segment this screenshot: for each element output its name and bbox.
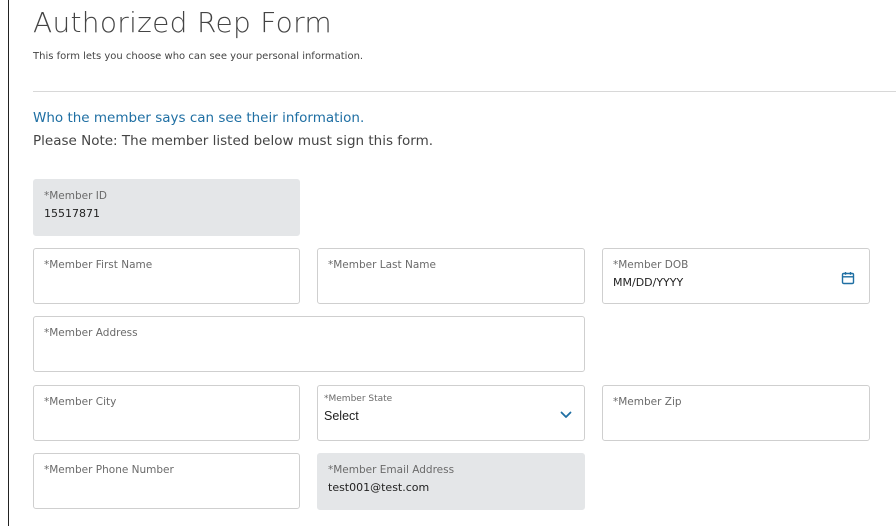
member-last-name-input[interactable]: *Member Last Name (317, 248, 585, 304)
member-email-value: test001@test.com (328, 481, 430, 494)
member-first-name-label: *Member First Name (44, 259, 153, 271)
member-phone-label: *Member Phone Number (44, 464, 174, 476)
page-title: Authorized Rep Form (33, 6, 332, 39)
member-city-input[interactable]: *Member City (33, 385, 300, 441)
page-subtitle: This form lets you choose who can see yo… (33, 51, 364, 62)
member-address-label: *Member Address (44, 327, 138, 339)
member-last-name-label: *Member Last Name (328, 259, 436, 271)
member-zip-label: *Member Zip (613, 396, 682, 408)
member-address-input[interactable]: *Member Address (33, 316, 585, 372)
member-id-value: 15517871 (44, 207, 100, 220)
member-state-label: *Member State (324, 394, 393, 404)
member-email-field: *Member Email Address test001@test.com (317, 453, 585, 510)
member-phone-input[interactable]: *Member Phone Number (33, 453, 300, 509)
member-email-label: *Member Email Address (328, 464, 455, 476)
divider (33, 91, 896, 92)
calendar-icon[interactable] (841, 271, 855, 285)
member-city-label: *Member City (44, 396, 117, 408)
section-note: Please Note: The member listed below mus… (33, 133, 434, 149)
member-dob-input[interactable]: *Member DOB MM/DD/YYYY (602, 248, 870, 304)
member-dob-label: *Member DOB (613, 259, 689, 271)
member-dob-placeholder: MM/DD/YYYY (613, 276, 684, 289)
member-id-label: *Member ID (44, 190, 107, 202)
chevron-down-icon[interactable] (560, 411, 572, 419)
form-container: Authorized Rep Form This form lets you c… (8, 0, 896, 526)
member-first-name-input[interactable]: *Member First Name (33, 248, 300, 304)
member-id-field: *Member ID 15517871 (33, 179, 300, 236)
member-state-value: Select (324, 409, 359, 423)
member-state-select[interactable]: *Member State Select (317, 385, 585, 441)
section-heading: Who the member says can see their inform… (33, 110, 365, 126)
member-zip-input[interactable]: *Member Zip (602, 385, 870, 441)
